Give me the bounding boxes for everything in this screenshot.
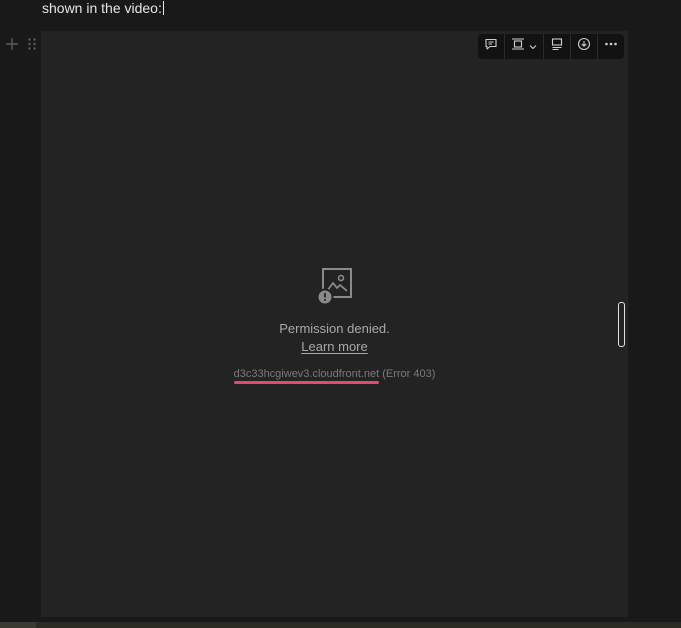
comment-button[interactable]: [478, 34, 505, 59]
image-toolbar: [478, 34, 624, 59]
comment-icon: [484, 37, 498, 56]
text-caret: [162, 1, 164, 15]
bottom-strip-segment: [0, 622, 36, 628]
download-button[interactable]: [571, 34, 598, 59]
drag-handle-icon[interactable]: [24, 36, 40, 52]
editor-page: shown in the video: Permission denied. L…: [0, 0, 681, 628]
error-source: d3c33hcgiwev3.cloudfront.net (Error 403): [41, 368, 628, 384]
block-handles: [4, 36, 40, 52]
document-text-line[interactable]: shown in the video:: [42, 0, 164, 18]
image-block[interactable]: Permission denied. Learn more d3c33hcgiw…: [41, 31, 628, 617]
error-code: (Error 403): [382, 368, 436, 380]
scrollbar-thumb[interactable]: [618, 302, 625, 347]
download-icon: [577, 37, 591, 56]
caption-icon: [550, 37, 564, 56]
plus-icon[interactable]: [4, 36, 20, 52]
domain-underline: [233, 381, 380, 384]
more-button[interactable]: [598, 34, 624, 59]
error-title: Permission denied.: [279, 321, 390, 336]
error-domain-text: d3c33hcgiwev3.cloudfront.net: [233, 368, 380, 380]
align-button[interactable]: [505, 34, 544, 59]
learn-more-link[interactable]: Learn more: [301, 339, 367, 354]
align-icon: [511, 37, 525, 56]
document-text: shown in the video:: [42, 0, 162, 16]
more-icon: [604, 37, 618, 56]
error-domain[interactable]: d3c33hcgiwev3.cloudfront.net: [233, 368, 380, 384]
broken-image-icon: [316, 268, 352, 306]
chevron-down-icon: [529, 38, 537, 56]
bottom-strip: [0, 622, 681, 628]
caption-button[interactable]: [544, 34, 571, 59]
image-error: Permission denied. Learn more d3c33hcgiw…: [41, 267, 628, 384]
